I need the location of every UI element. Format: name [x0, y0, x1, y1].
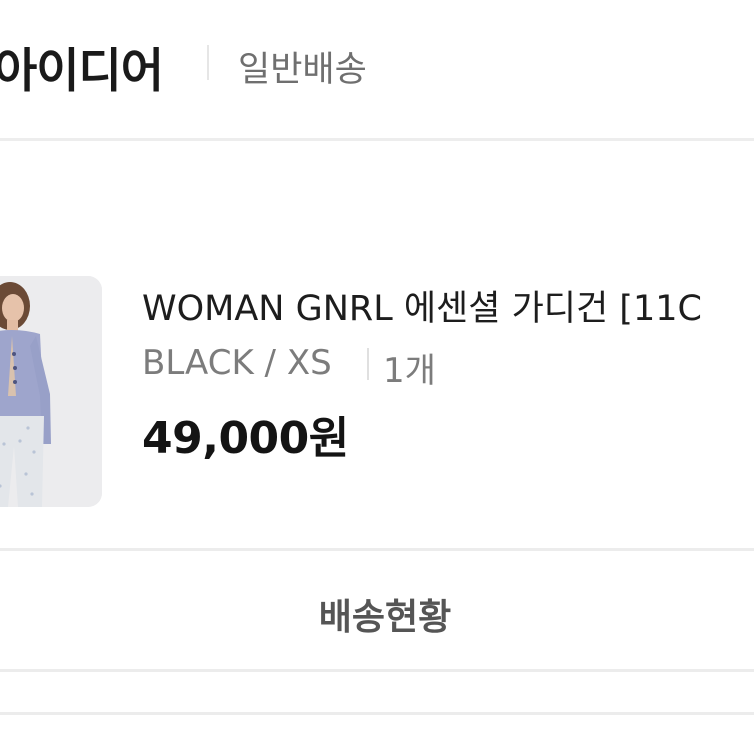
- section-divider: [0, 138, 754, 141]
- header-divider: [207, 45, 209, 80]
- seller-name[interactable]: 아이디어: [0, 32, 164, 101]
- product-name[interactable]: WOMAN GNRL 에센셜 가디건 [11C: [142, 280, 702, 331]
- shipping-type-label: 일반배송: [238, 50, 367, 90]
- product-option: BLACK / XS: [142, 343, 332, 383]
- order-card: 아이디어 일반배송 정: [0, 0, 754, 754]
- bottom-divider: [0, 712, 754, 715]
- order-status: 정: [0, 180, 3, 238]
- option-divider: [367, 348, 369, 380]
- product-price: 49,000원: [142, 413, 349, 464]
- product-quantity: 1개: [383, 351, 436, 391]
- seller-header: 아이디어 일반배송: [0, 0, 754, 138]
- product-thumbnail[interactable]: [0, 276, 102, 507]
- delivery-status-button[interactable]: 배송현황: [0, 548, 754, 672]
- product-photo: [0, 276, 102, 507]
- delivery-status-label: 배송현황: [318, 597, 452, 638]
